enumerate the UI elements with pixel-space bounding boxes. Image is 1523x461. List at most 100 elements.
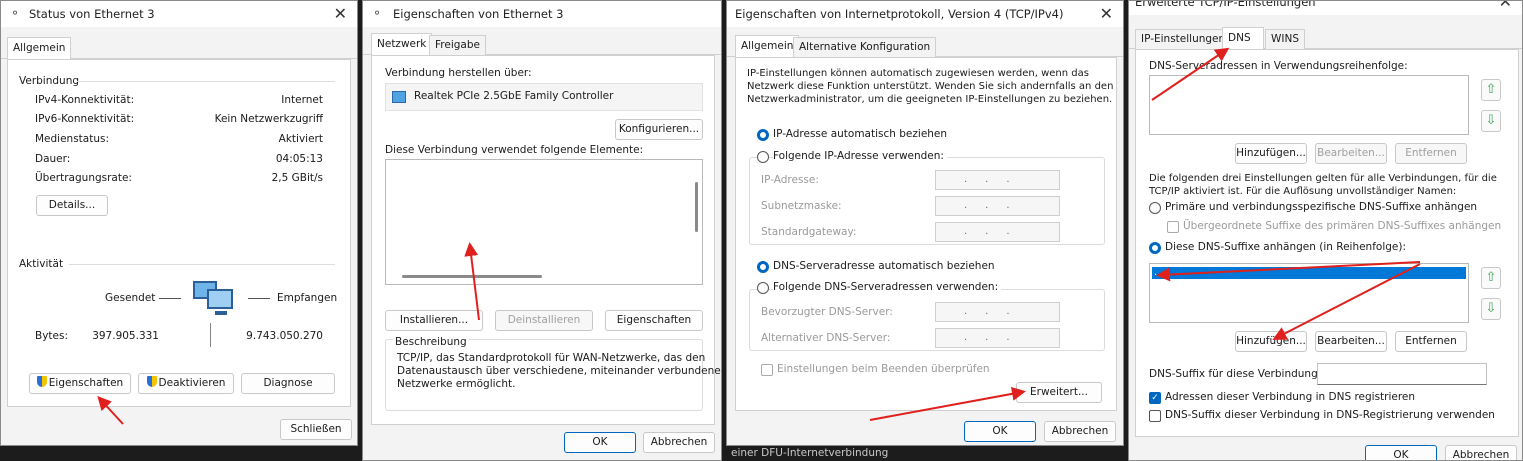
tab-wins[interactable]: WINS (1265, 29, 1305, 49)
description-line: TCP/IP, das Standardprotokoll für WAN-Ne… (397, 352, 706, 364)
dns-edit-button: Bearbeiten... (1315, 143, 1387, 164)
details-button[interactable]: Details... (36, 195, 108, 216)
tab-general[interactable]: Allgemein (735, 35, 800, 58)
description-line: Datenaustausch über verschiedene, mitein… (397, 365, 721, 377)
cancel-button[interactable]: Abbrechen (1445, 445, 1517, 460)
description-heading: Beschreibung (393, 336, 469, 348)
title-bar: ⚬ Status von Ethernet 3 ✕ (1, 1, 357, 27)
dns-remove-button: Entfernen (1395, 143, 1467, 164)
gateway-label: Standardgateway: (761, 226, 857, 238)
tab-network[interactable]: Netzwerk (371, 33, 433, 56)
window-title: Status von Ethernet 3 (29, 7, 155, 21)
close-icon[interactable]: ✕ (334, 4, 347, 23)
properties-button[interactable]: Eigenschaften (605, 310, 703, 331)
suffix-edit-button[interactable]: Bearbeiten... (1315, 331, 1387, 352)
ip-auto-radio[interactable] (757, 129, 769, 141)
ip-address-field: ... (935, 170, 1060, 190)
tab-sharing[interactable]: Freigabe (429, 35, 486, 55)
tab-alternate-config[interactable]: Alternative Konfiguration (793, 37, 937, 57)
dns-servers-list[interactable] (1149, 75, 1469, 135)
close-icon[interactable]: ✕ (1499, 1, 1512, 11)
adapter-field: Realtek PCIe 2.5GbE Family Controller (385, 83, 703, 111)
speed-value: 2,5 GBit/s (271, 172, 323, 184)
parent-suffix-checkbox (1167, 221, 1179, 233)
window-title: Eigenschaften von Internetprotokoll, Ver… (735, 7, 1064, 21)
background-caption: einer DFU-Internetverbindung (731, 447, 889, 459)
suffix-remove-button[interactable]: Entfernen (1395, 331, 1467, 352)
adapter-name: Realtek PCIe 2.5GbE Family Controller (414, 90, 614, 102)
ethernet-properties-window: ⚬ Eigenschaften von Ethernet 3 Netzwerk … (362, 0, 722, 461)
register-label: Adressen dieser Verbindung in DNS regist… (1165, 391, 1416, 403)
dns-list-label: DNS-Serveradressen in Verwendungsreihenf… (1149, 60, 1408, 72)
ip-manual-label: Folgende IP-Adresse verwenden: (773, 150, 947, 162)
uninstall-button: Deinstallieren (495, 310, 593, 331)
register-checkbox[interactable]: ✓ (1149, 392, 1161, 404)
activity-heading: Aktivität (19, 258, 64, 270)
tab-bar: Allgemein Alternative Konfiguration (727, 35, 1123, 58)
tab-dns[interactable]: DNS (1222, 27, 1264, 50)
preferred-dns-field: ... (935, 302, 1060, 322)
ipv6-value: Kein Netzwerkzugriff (214, 113, 323, 125)
scrollbar[interactable] (695, 182, 698, 232)
network-plug-icon: ⚬ (372, 6, 383, 20)
install-button[interactable]: Installieren... (385, 310, 483, 331)
primary-suffix-radio[interactable] (1149, 202, 1161, 214)
these-suffix-radio[interactable] (1149, 242, 1161, 254)
sent-label: Gesendet (105, 292, 156, 304)
ip-manual-radio[interactable] (757, 151, 769, 163)
tab-general[interactable]: Allgemein (7, 37, 72, 60)
bytes-received-value: 9.743.050.270 (246, 330, 323, 342)
horizontal-scrollbar[interactable] (402, 275, 542, 278)
ipv4-value: Internet (281, 94, 323, 106)
ok-button[interactable]: OK (964, 421, 1036, 442)
speed-label: Übertragungsrate: (35, 172, 132, 184)
ok-button[interactable]: OK (564, 432, 636, 453)
bytes-sent-value: 397.905.331 (92, 330, 159, 342)
close-button[interactable]: Schließen (280, 419, 352, 440)
suffix-item[interactable]: . (1152, 267, 1466, 279)
these-suffix-label: Diese DNS-Suffixe anhängen (in Reihenfol… (1165, 241, 1407, 253)
gateway-field: ... (935, 222, 1060, 242)
general-panel (7, 59, 351, 407)
network-computers-icon (189, 277, 245, 319)
received-label: Empfangen (277, 292, 338, 304)
diagnose-button[interactable]: Diagnose (241, 373, 335, 394)
shield-icon (146, 376, 157, 387)
move-up-icon[interactable]: ⇧ (1481, 267, 1501, 289)
deactivate-button[interactable]: Deaktivieren (138, 373, 234, 394)
tab-bar: IP-Einstellungen DNS WINS (1129, 27, 1522, 50)
intro-line: Netzwerkadministrator, um die geeigneten… (747, 94, 1113, 105)
advanced-tcpip-window: Erweiterte TCP/IP-Einstellungen ✕ IP-Ein… (1128, 0, 1523, 461)
cancel-button[interactable]: Abbrechen (643, 432, 715, 453)
description-line: Netzwerke ermöglicht. (397, 378, 516, 390)
suffix-add-button[interactable]: Hinzufügen... (1235, 331, 1307, 352)
ipv4-label: IPv4-Konnektivität: (35, 94, 135, 106)
info-line: Die folgenden drei Einstellungen gelten … (1149, 173, 1497, 184)
ok-button[interactable]: OK (1365, 445, 1437, 460)
use-suffix-checkbox[interactable] (1149, 410, 1161, 422)
ip-auto-label: IP-Adresse automatisch beziehen (773, 128, 948, 140)
cancel-button[interactable]: Abbrechen (1044, 421, 1116, 442)
move-down-icon[interactable]: ⇩ (1481, 298, 1501, 320)
properties-button[interactable]: Eigenschaften (29, 373, 131, 394)
close-icon[interactable]: ✕ (1100, 4, 1113, 23)
conn-suffix-input[interactable] (1317, 363, 1487, 385)
media-value: Aktiviert (278, 133, 323, 145)
validate-label: Einstellungen beim Beenden überprüfen (777, 363, 990, 375)
tab-ip-settings[interactable]: IP-Einstellungen (1135, 29, 1232, 49)
advanced-button[interactable]: Erweitert... (1016, 382, 1102, 403)
bytes-label: Bytes: (35, 330, 69, 342)
validate-checkbox (761, 364, 773, 376)
dns-manual-radio[interactable] (757, 282, 769, 294)
subnet-field: ... (935, 196, 1060, 216)
network-adapter-icon (392, 91, 406, 103)
parent-suffix-label: Übergeordnete Suffixe des primären DNS-S… (1183, 220, 1502, 232)
suffix-list[interactable]: . (1149, 263, 1469, 323)
configure-button[interactable]: Konfigurieren... (615, 119, 703, 140)
divider (77, 81, 335, 82)
shield-icon (36, 376, 47, 387)
connect-using-label: Verbindung herstellen über: (385, 67, 532, 79)
dns-auto-radio[interactable] (757, 261, 769, 273)
dns-add-button[interactable]: Hinzufügen... (1235, 143, 1307, 164)
ipv4-properties-window: Eigenschaften von Internetprotokoll, Ver… (726, 0, 1124, 446)
